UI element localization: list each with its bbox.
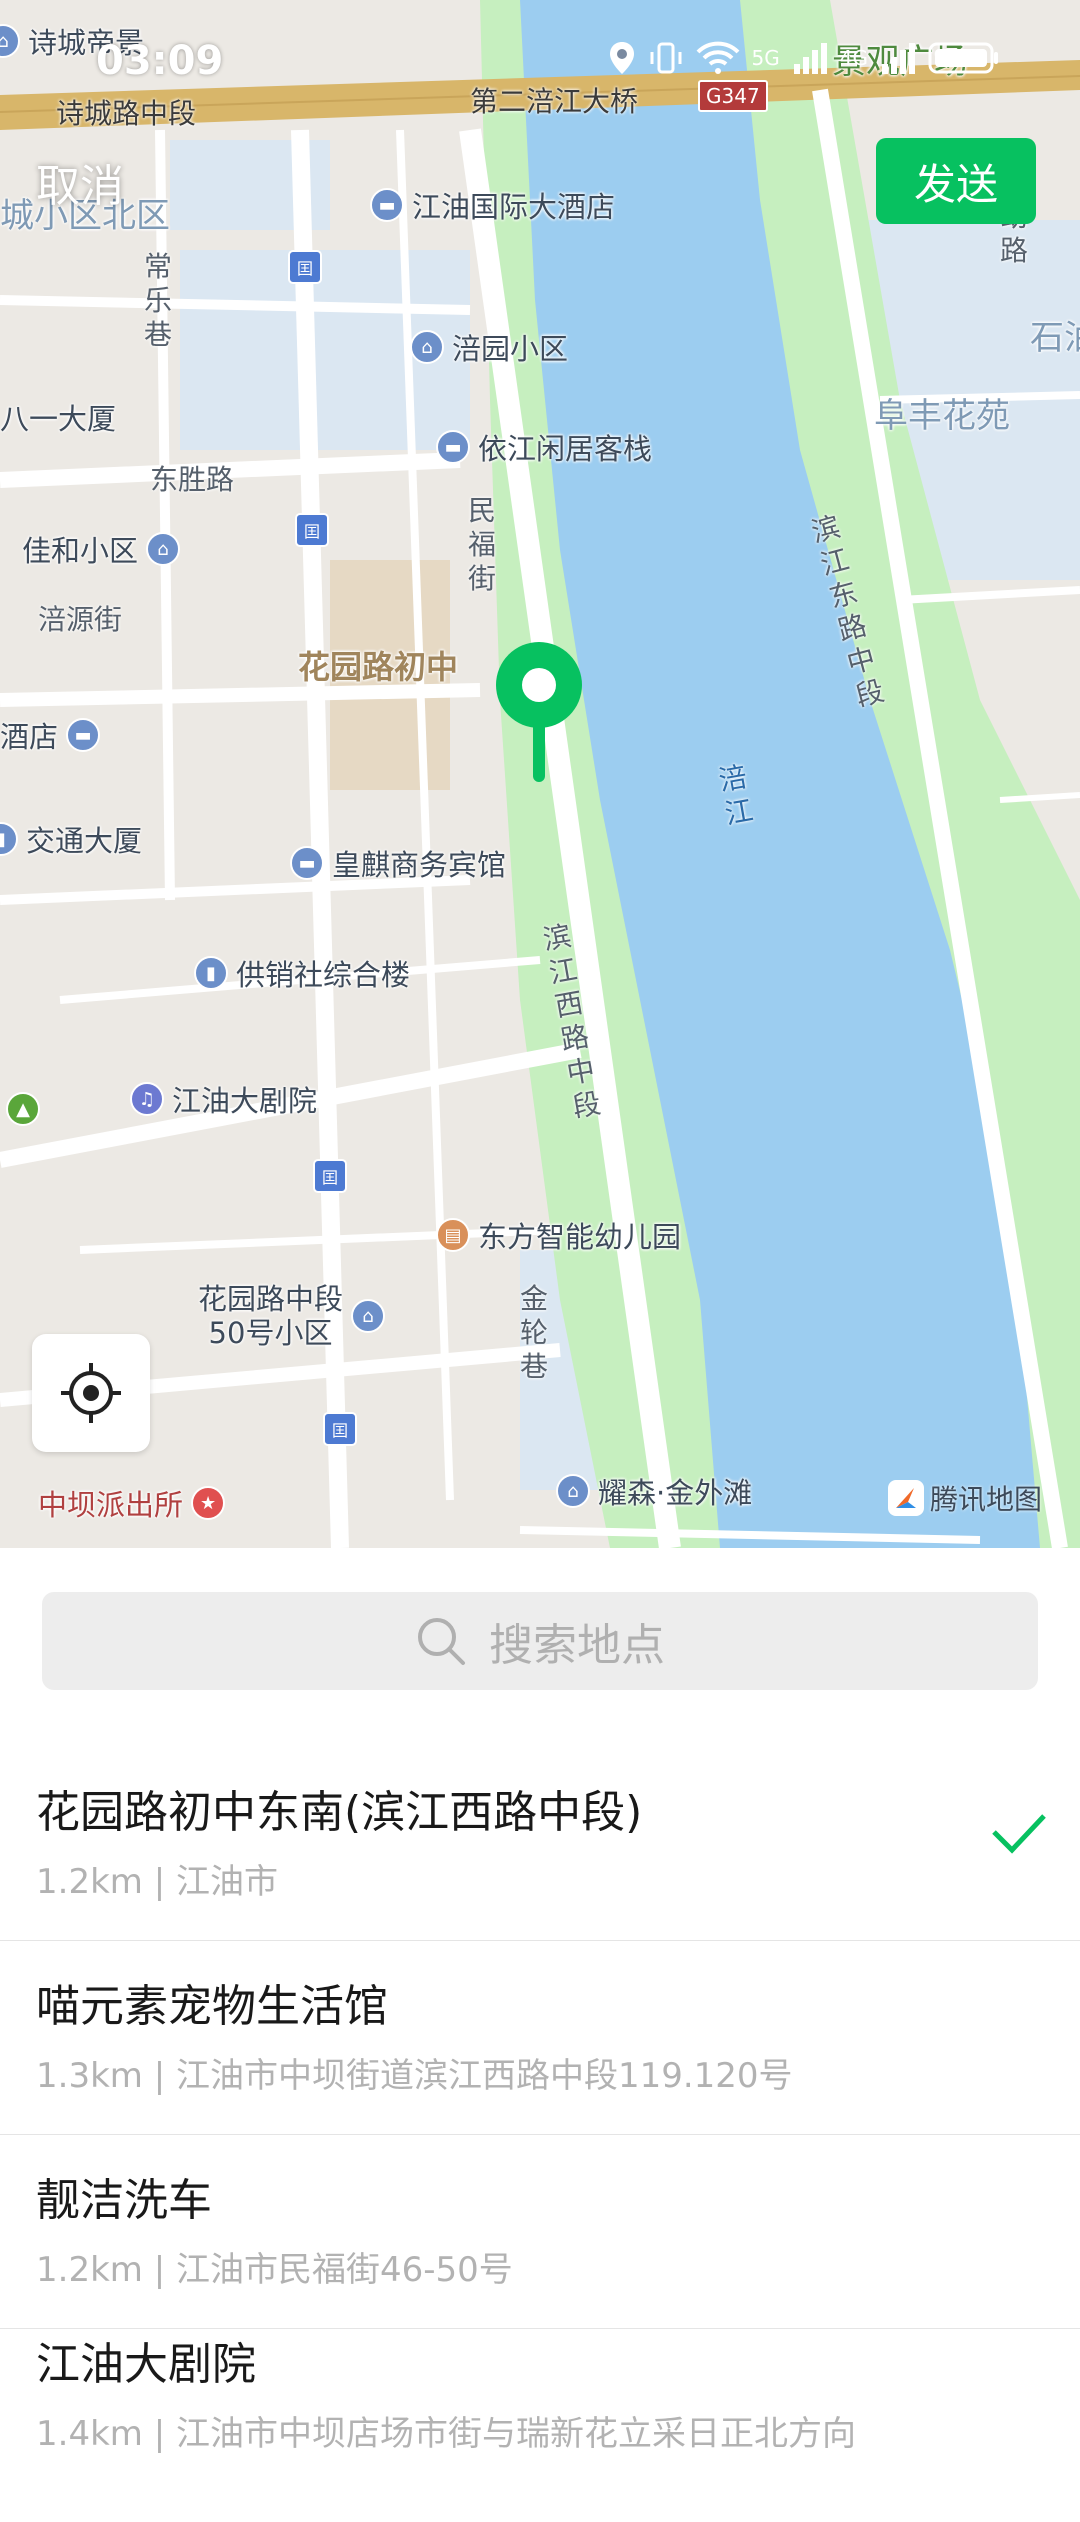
tree-icon: ▲ [6,1092,40,1126]
crosshair-icon [61,1363,121,1423]
poi-yijiang-inn[interactable]: ▬ 依江闲居客栈 [436,426,652,468]
poi-shi[interactable]: 石油 [1030,310,1080,359]
cancel-button[interactable]: 取消 [36,150,124,214]
poi-fufeng-garden[interactable]: 阜丰花苑 [874,388,1010,437]
vibrate-icon [650,42,682,74]
home-icon: ⌂ [351,1299,386,1333]
road-label: 涪源街 [38,603,123,636]
signal-icon [882,43,915,74]
place-list-panel: 搜索地点 花园路初中东南(滨江西路中段) 1.2km | 江油市 喵元素宠物生活… [0,1548,1080,2454]
place-name: 喵元素宠物生活馆 [36,1981,388,2032]
poi-bayi-building[interactable]: 八一大厦 [0,396,116,438]
hotel-icon: ▬ [290,846,324,880]
poi-huayuan-50-community[interactable]: 花园路中段 50号小区 ⌂ [198,1282,386,1350]
home-icon: ⌂ [146,532,181,566]
home-icon: ⌂ [556,1474,590,1508]
place-detail: 1.2km | 江油市民福街46-50号 [36,2250,513,2290]
music-icon: ♫ [130,1082,164,1116]
signal-icon [793,43,827,74]
hotel-icon: ▬ [436,430,470,464]
place-detail: 1.3km | 江油市中坝街道滨江西路中段119.120号 [36,2056,793,2096]
map-view[interactable]: 囯 囯 囯 囯 诗城路中段 第二涪江大桥 G347 东胜路 涪源街 民福街 常乐… [0,0,1080,1548]
bus-stop-icon: 囯 [323,1412,357,1446]
search-input[interactable]: 搜索地点 [42,1592,1038,1690]
poi-gongxiao-building[interactable]: ▮ 供销社综合楼 [194,952,410,994]
poi-park[interactable]: ▲ [6,1092,48,1126]
location-pin-icon [496,642,582,782]
poi-jiangyou-hotel[interactable]: ▬ 江油国际大酒店 [370,184,615,226]
poi-jiangyou-theatre[interactable]: ♫ 江油大剧院 [130,1078,317,1120]
send-button[interactable]: 发送 [876,138,1036,224]
road-label: 东胜路 [150,463,235,496]
checkmark-icon [992,1814,1046,1854]
network-5g-label: 5G [751,46,780,70]
poi-hotel[interactable]: 酒店 ▬ [0,714,101,756]
place-name: 靓洁洗车 [36,2175,212,2226]
poi-jiaotong-building[interactable]: ▮ 交通大厦 [0,818,142,860]
map-attribution: 腾讯地图 [886,1478,1042,1518]
poi-huangqi-hotel[interactable]: ▬ 皇麒商务宾馆 [290,842,506,884]
poi-zhongba-police[interactable]: 中坝派出所 ★ [38,1482,226,1524]
road-label: 金轮巷 [519,1282,548,1383]
place-name: 花园路初中东南(滨江西路中段) [36,1787,643,1838]
network-4g-label: 4G [839,46,868,70]
place-item[interactable]: 江油大剧院 1.4km | 江油市中坝店场市街与瑞新花立采日正北方向 [0,2328,1080,2522]
place-item[interactable]: 靓洁洗车 1.2km | 江油市民福街46-50号 [0,2134,1080,2329]
place-detail: 1.4km | 江油市中坝店场市街与瑞新花立采日正北方向 [36,2414,856,2454]
place-name: 江油大剧院 [36,2339,256,2390]
tencent-map-logo-icon [888,1480,924,1516]
poi-fuyuan-community[interactable]: ⌂ 涪园小区 [410,326,568,368]
poi-dongfang-kindergarten[interactable]: ▤ 东方智能幼儿园 [436,1214,681,1256]
status-time: 03:09 [96,38,224,84]
place-item[interactable]: 喵元素宠物生活馆 1.3km | 江油市中坝街道滨江西路中段119.120号 [0,1940,1080,2135]
hotel-icon: ▬ [66,718,101,752]
bus-stop-icon: 囯 [313,1159,347,1193]
poi-jiahe-community[interactable]: 佳和小区 ⌂ [22,528,181,570]
search-icon [418,1618,465,1665]
home-icon: ⌂ [410,330,444,364]
building-icon: ▮ [0,822,18,856]
road-label: 民福街 [467,494,496,595]
poi-huayuan-middle-school[interactable]: 花园路初中 [298,642,458,688]
building-icon: ▮ [194,956,228,990]
search-placeholder: 搜索地点 [489,1620,665,1671]
police-icon: ★ [191,1486,226,1520]
status-bar: 03:09 5G 4G [0,0,1080,130]
poi-yaosen-waitan[interactable]: ⌂ 耀森·金外滩 [556,1470,752,1512]
battery-icon [928,42,998,74]
wifi-icon [696,41,739,74]
bus-stop-icon: 囯 [288,250,322,284]
school-icon: ▤ [436,1218,470,1252]
location-icon [609,42,634,74]
bus-stop-icon: 囯 [295,513,329,547]
hotel-icon: ▬ [370,188,404,222]
road-label: 常乐巷 [143,250,172,351]
place-item[interactable]: 花园路初中东南(滨江西路中段) 1.2km | 江油市 [0,1746,1080,1941]
place-detail: 1.2km | 江油市 [36,1862,278,1902]
my-location-button[interactable] [32,1334,150,1452]
